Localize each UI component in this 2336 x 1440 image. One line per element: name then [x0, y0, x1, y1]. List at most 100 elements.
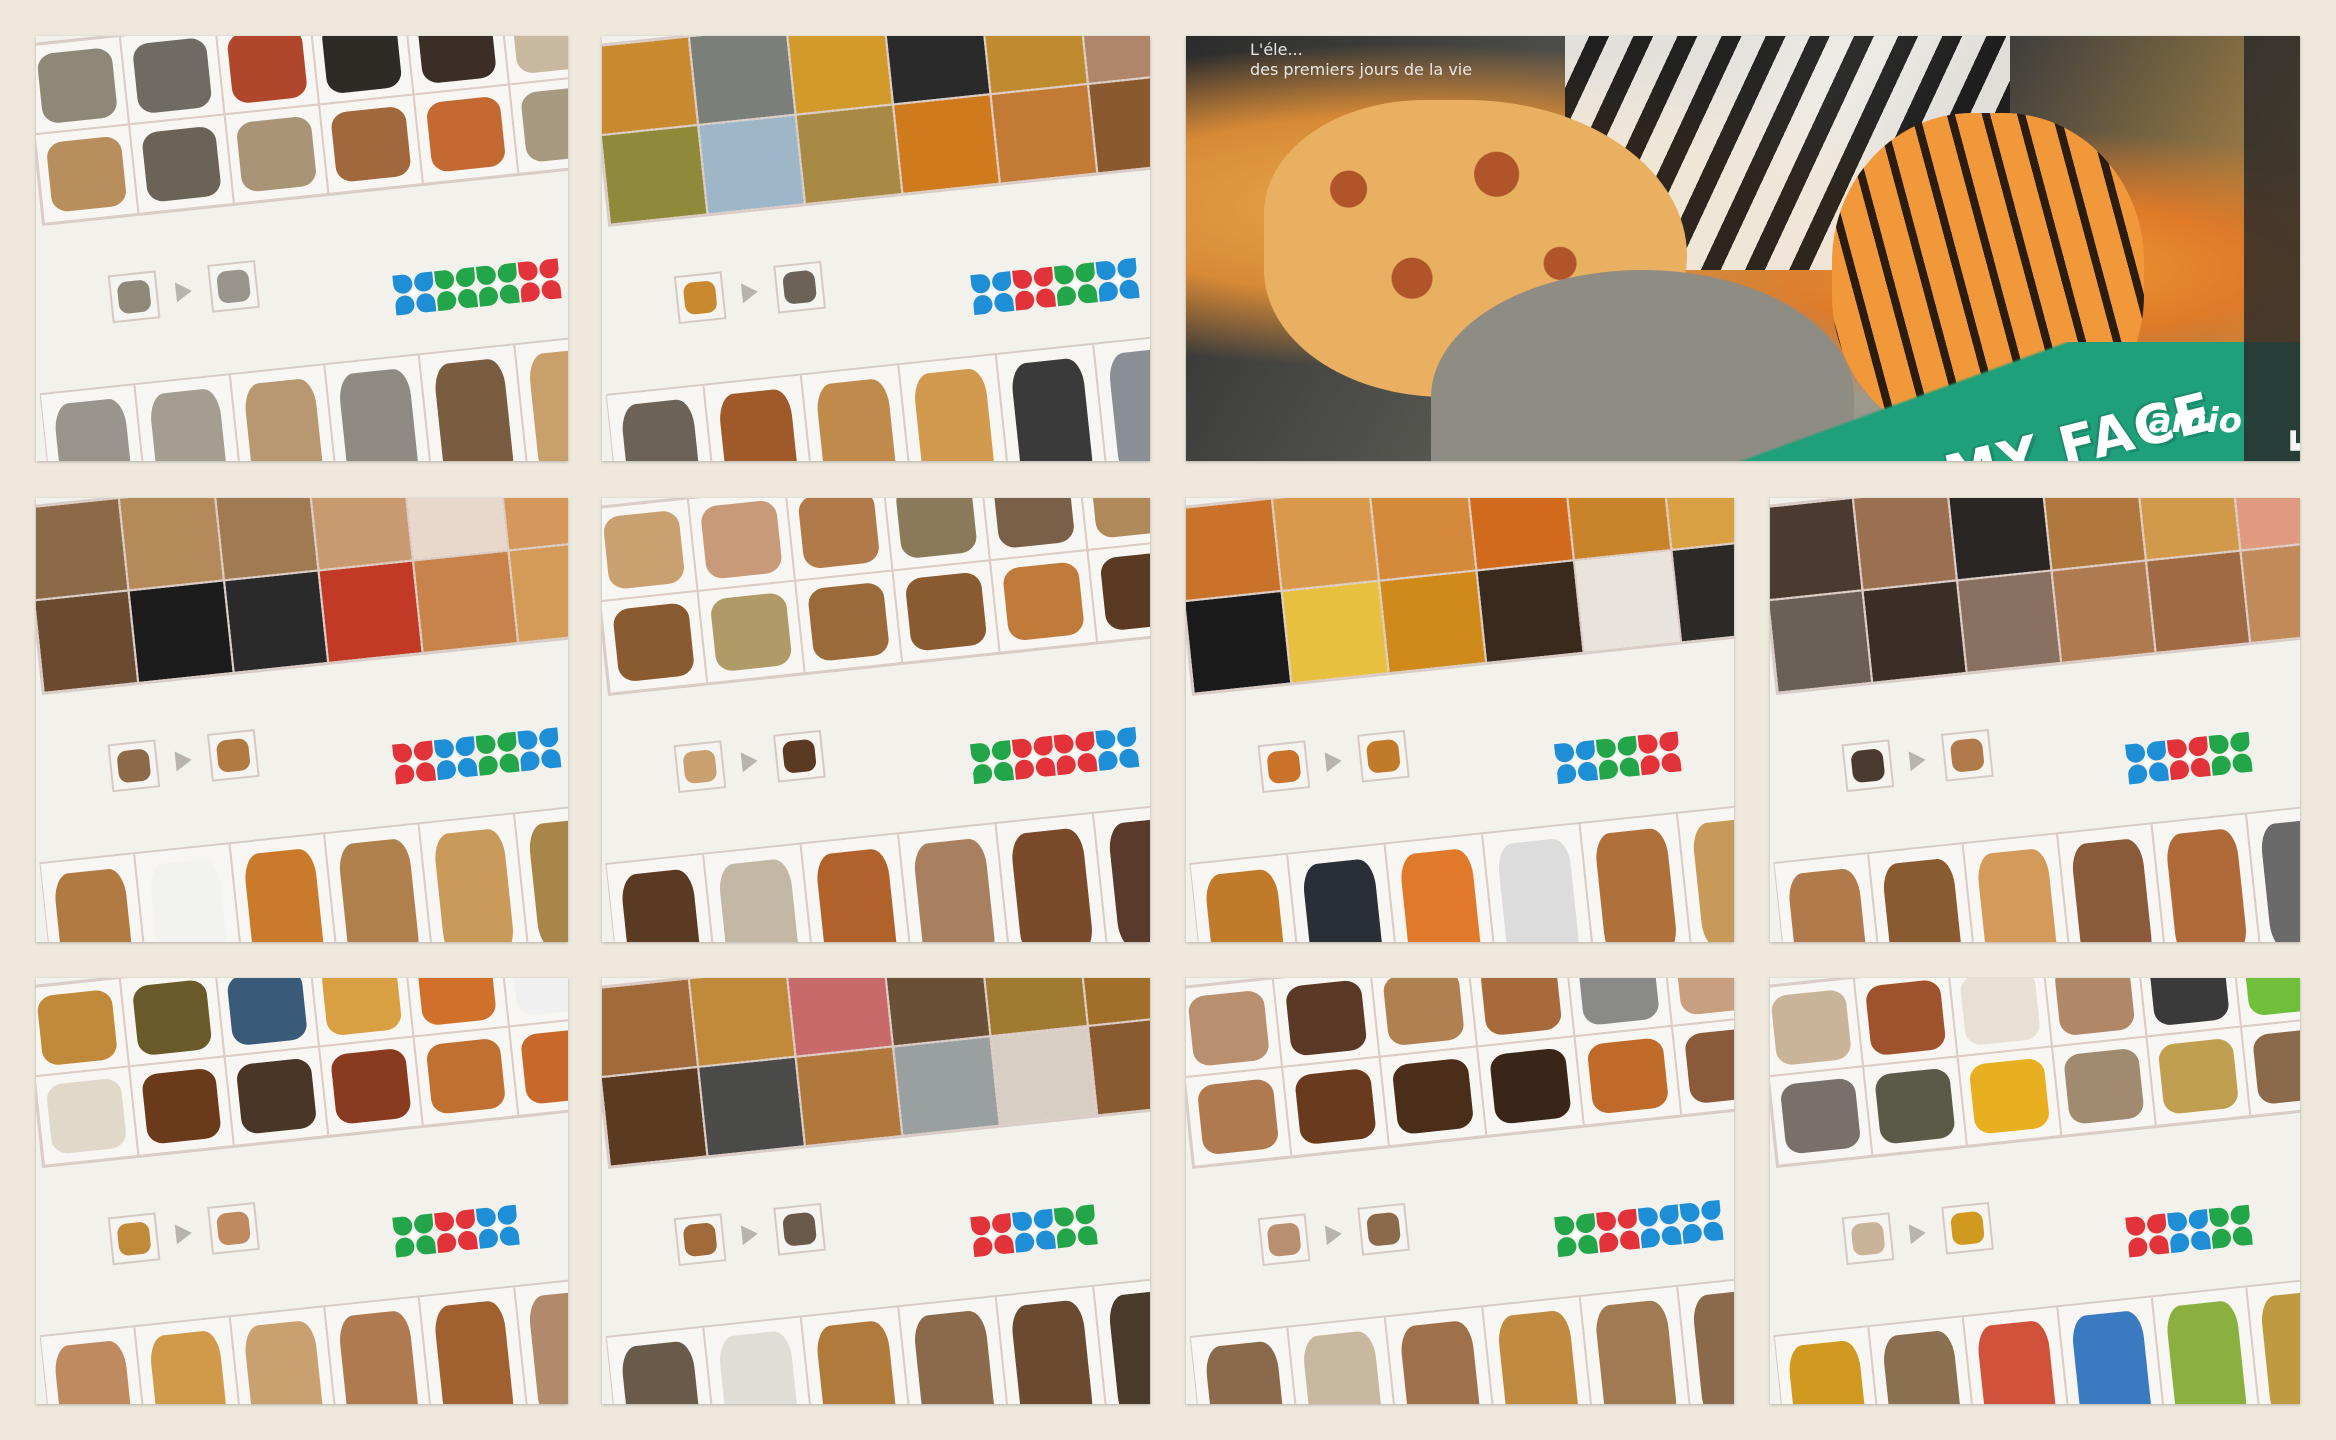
animal-part-picture: [1079, 978, 1150, 1026]
animal-cell: [605, 385, 718, 461]
collage-photo-noses: [36, 498, 568, 942]
color-code-clovers: [2124, 732, 2253, 786]
grid-cell: [2041, 498, 2146, 571]
collage-photo-heads: [1770, 978, 2300, 1404]
grid-cell: [129, 114, 234, 214]
animal-picture: [53, 1339, 138, 1404]
animal-cell: [605, 1327, 718, 1404]
animal-picture: [2164, 827, 2249, 942]
animal-part-picture: [2147, 551, 2250, 653]
animal-part-picture: [235, 1057, 318, 1136]
animal-cell: [703, 1317, 816, 1404]
animal-picture: [814, 847, 901, 942]
grid-cell: [1573, 550, 1682, 654]
animal-cell: [39, 384, 150, 461]
animal-part-picture: [1672, 541, 1734, 642]
animal-cell: [39, 854, 150, 942]
example-animal: [1357, 1202, 1410, 1256]
animal-cell: [229, 1307, 339, 1404]
example-part: [1257, 1213, 1311, 1266]
example-part: [673, 740, 727, 794]
example-match: [1841, 1201, 1994, 1265]
grid-cell: [319, 94, 424, 194]
grid-cell: [1853, 978, 1958, 1067]
animal-cell: [1189, 855, 1302, 942]
color-code-clovers: [392, 257, 562, 315]
grid-cell: [214, 978, 320, 1057]
grid-cell: [1466, 498, 1574, 571]
animal-part-picture: [320, 978, 403, 1037]
grid-cell: [698, 114, 805, 214]
watermark-text: PIC•COLLAGE: [2284, 421, 2300, 461]
animal-part-picture: [1381, 978, 1466, 1047]
animal-part-picture: [991, 498, 1076, 550]
animal-part-picture: [1272, 498, 1378, 591]
clover-blue-icon: [1094, 727, 1139, 772]
animal-part-picture: [796, 105, 902, 203]
example-match: [107, 729, 260, 793]
game-card-sheet: [36, 36, 568, 461]
animal-part-picture: [1576, 978, 1661, 1026]
arrow-icon: [740, 1223, 759, 1246]
animal-picture: [911, 836, 998, 942]
grid-cell: [1271, 498, 1380, 592]
grid-cell: [1186, 1067, 1292, 1167]
example-animal: [207, 1201, 260, 1255]
animal-part-picture: [1477, 561, 1583, 663]
grid-cell: [1087, 539, 1150, 643]
color-code-clovers: [969, 257, 1140, 315]
animal-cell: [418, 814, 529, 942]
animal-part-picture: [1089, 498, 1150, 540]
animal-part-picture: [796, 1047, 902, 1145]
arrow-icon: [740, 281, 759, 303]
arrow-icon: [1324, 751, 1343, 773]
grid-cell: [1852, 498, 1958, 591]
clover-blue-icon: [1637, 1204, 1682, 1249]
collage-photo-textures: [602, 978, 1150, 1404]
animal-part-picture: [235, 115, 318, 193]
animal-picture: [1976, 1319, 2060, 1404]
animal-row: [605, 332, 1150, 461]
animal-part-picture: [1853, 498, 1956, 590]
clover-blue-icon: [475, 1204, 520, 1249]
animal-part-picture: [2231, 498, 2300, 550]
grid-cell: [2146, 1027, 2251, 1126]
grid-cell: [602, 1067, 708, 1167]
animal-picture: [911, 366, 998, 461]
animal-cell: [800, 834, 913, 942]
grid-cell: [36, 124, 139, 224]
color-code-clovers: [1553, 1199, 1724, 1258]
animal-cell: [2057, 824, 2167, 942]
animal-part-picture: [1186, 499, 1281, 601]
grid-cell: [2136, 498, 2241, 561]
animal-part-picture: [991, 85, 1097, 183]
grid-cell: [688, 978, 796, 1068]
animal-cell: [703, 375, 816, 461]
arrow-icon: [174, 280, 193, 302]
animal-part-picture: [894, 1037, 999, 1135]
animal-picture: [1690, 1288, 1734, 1404]
animal-part-picture: [796, 498, 881, 570]
collage-photo-eyes: [602, 36, 1150, 461]
animal-part-picture: [1099, 551, 1150, 632]
animal-picture: [527, 347, 568, 461]
animal-cell: [995, 1286, 1108, 1404]
animal-part-picture: [1370, 498, 1476, 580]
animal-picture: [242, 377, 327, 461]
animal-picture: [242, 1319, 327, 1404]
animal-cell: [2151, 814, 2261, 942]
color-code-clovers: [1553, 731, 1682, 785]
animal-part-picture: [709, 592, 794, 673]
grid-cell: [602, 498, 698, 602]
animal-part-picture: [36, 591, 138, 693]
matching-grid: [36, 978, 568, 1168]
clover-red-icon: [1011, 266, 1056, 311]
example-part: [107, 269, 161, 323]
animal-part-picture: [1770, 498, 1862, 600]
animal-picture: [1009, 356, 1096, 461]
matching-grid: [36, 498, 568, 696]
animal-part-picture: [2241, 542, 2300, 643]
animal-part-picture: [510, 36, 568, 75]
animal-row: [605, 802, 1150, 942]
animal-part-picture: [1467, 498, 1573, 570]
